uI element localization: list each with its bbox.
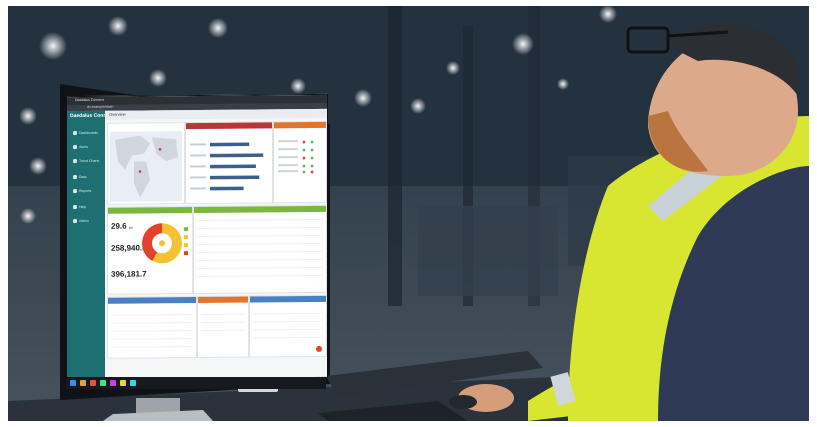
browser-tab[interactable]: Daedalus Connect — [75, 98, 104, 102]
sidebar-item-reports[interactable]: Reports — [73, 188, 92, 194]
table-row — [111, 327, 193, 332]
app-icon[interactable] — [110, 380, 116, 386]
panel-header — [250, 295, 326, 303]
folder-icon[interactable] — [80, 380, 86, 386]
table-row — [201, 318, 245, 323]
table-row — [111, 343, 193, 348]
events-panel — [197, 295, 249, 358]
map-panel — [107, 122, 185, 205]
sidebar-item-label: Admin — [79, 218, 89, 224]
bar-label — [190, 143, 206, 146]
table-row — [111, 335, 193, 340]
bar-label — [190, 165, 206, 168]
factory-photo: Daedalus Connect dc.example/dash Daedalu… — [8, 6, 809, 421]
app-icon[interactable] — [100, 380, 106, 386]
chart-icon — [73, 159, 77, 164]
bar — [210, 175, 260, 180]
url-text: dc.example/dash — [87, 104, 114, 109]
bar-chart — [190, 142, 264, 191]
bell-icon — [73, 145, 77, 150]
table-row — [197, 231, 323, 237]
taskbar — [66, 377, 326, 389]
dashboard-screen: Daedalus Connect dc.example/dash Daedalu… — [66, 93, 328, 381]
status-panel — [273, 120, 327, 204]
table-row — [253, 309, 323, 315]
sidebar-item-label: Help — [79, 204, 87, 210]
panel-header — [194, 205, 326, 214]
bar-label — [190, 154, 206, 157]
database-icon — [73, 175, 77, 180]
table-row — [253, 325, 323, 331]
bar — [210, 186, 244, 191]
grid-icon — [73, 131, 77, 136]
sidebar-item-label: Trend Charts — [79, 158, 100, 164]
kpi-panel: 29.6 psi 258,940.6 396,181.7 — [107, 206, 193, 295]
breadcrumb: Overview — [109, 111, 126, 117]
user-icon — [73, 219, 77, 224]
page-header — [105, 108, 327, 120]
panel-header — [108, 297, 196, 304]
status-grid — [278, 140, 314, 174]
sidebar-item-data[interactable]: Data — [73, 174, 87, 180]
app-icon[interactable] — [90, 380, 96, 386]
donut-chart — [142, 223, 182, 264]
sidebar-item-alerts[interactable]: Alerts — [73, 144, 88, 150]
table-row — [197, 247, 323, 253]
sidebar-item-label: Dashboards — [79, 130, 98, 136]
sidebar: Daedalus Connect Dashboards Alerts Trend… — [67, 110, 114, 380]
table-row — [111, 311, 193, 316]
fab-button[interactable] — [316, 345, 322, 352]
panel-header — [198, 296, 248, 303]
sidebar-item-label: Alerts — [79, 144, 88, 150]
sidebar-item-admin[interactable]: Admin — [73, 218, 89, 224]
table-row — [253, 333, 323, 339]
maintenance-panel — [249, 294, 327, 358]
app-icon[interactable] — [120, 380, 126, 386]
browser-icon[interactable] — [130, 380, 136, 386]
sidebar-item-label: Reports — [79, 188, 92, 194]
bar — [210, 153, 264, 158]
table-row — [197, 223, 323, 229]
sidebar-item-label: Data — [79, 174, 87, 180]
bar-chart-panel — [185, 121, 273, 205]
bar — [210, 164, 256, 169]
world-map[interactable] — [110, 131, 182, 202]
start-icon[interactable] — [70, 380, 76, 386]
sidebar-item-dashboards[interactable]: Dashboards — [73, 130, 98, 136]
table-row — [197, 263, 323, 269]
table-row — [201, 310, 245, 315]
data-table-panel — [193, 204, 327, 295]
bar-label — [190, 176, 206, 179]
bar — [210, 142, 250, 147]
donut-legend — [184, 227, 188, 256]
map-shapes — [115, 135, 178, 198]
sidebar-item-help[interactable]: Help — [73, 204, 87, 210]
table-row — [197, 255, 323, 261]
help-icon — [73, 205, 77, 210]
doc-icon — [73, 189, 77, 194]
table-row — [111, 319, 193, 324]
kpi-value-1: 29.6 psi — [111, 222, 133, 231]
table-row — [197, 239, 323, 245]
donut-center-dot — [159, 240, 165, 247]
kpi-value-3: 396,181.7 — [111, 269, 147, 279]
table-row — [197, 215, 323, 221]
sidebar-item-trend-charts[interactable]: Trend Charts — [73, 158, 100, 164]
panel-header — [108, 207, 192, 214]
kpi-unit: psi — [128, 225, 133, 230]
table-row — [197, 271, 323, 277]
table-row — [201, 326, 245, 331]
alarms-panel — [107, 296, 197, 359]
table-row — [253, 317, 323, 323]
kpi-number: 29.6 — [111, 221, 127, 231]
bar-label — [190, 187, 206, 190]
